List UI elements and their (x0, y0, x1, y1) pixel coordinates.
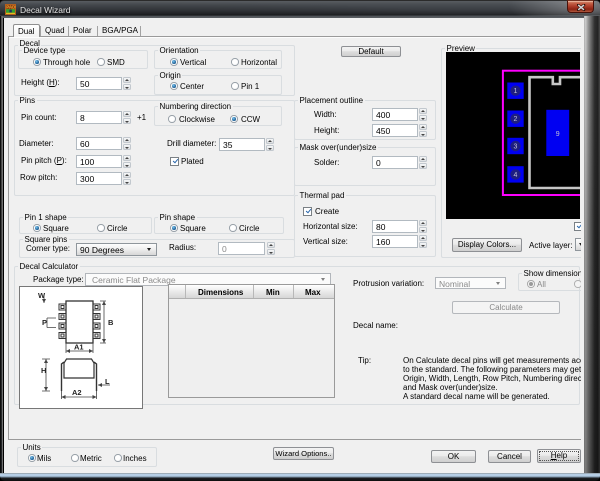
svg-text:4: 4 (514, 172, 518, 179)
svg-text:B: B (108, 318, 114, 327)
svg-text:H: H (41, 366, 46, 375)
svg-text:3: 3 (514, 144, 518, 151)
svg-text:P: P (42, 318, 47, 327)
svg-text:A1: A1 (74, 343, 84, 352)
svg-text:1: 1 (514, 88, 518, 95)
svg-text:2: 2 (514, 116, 518, 123)
svg-text:A2: A2 (72, 388, 82, 397)
svg-text:PADS: PADS (6, 5, 16, 10)
svg-text:L: L (105, 377, 110, 386)
svg-text:9: 9 (556, 131, 560, 138)
svg-text:W: W (38, 291, 46, 300)
